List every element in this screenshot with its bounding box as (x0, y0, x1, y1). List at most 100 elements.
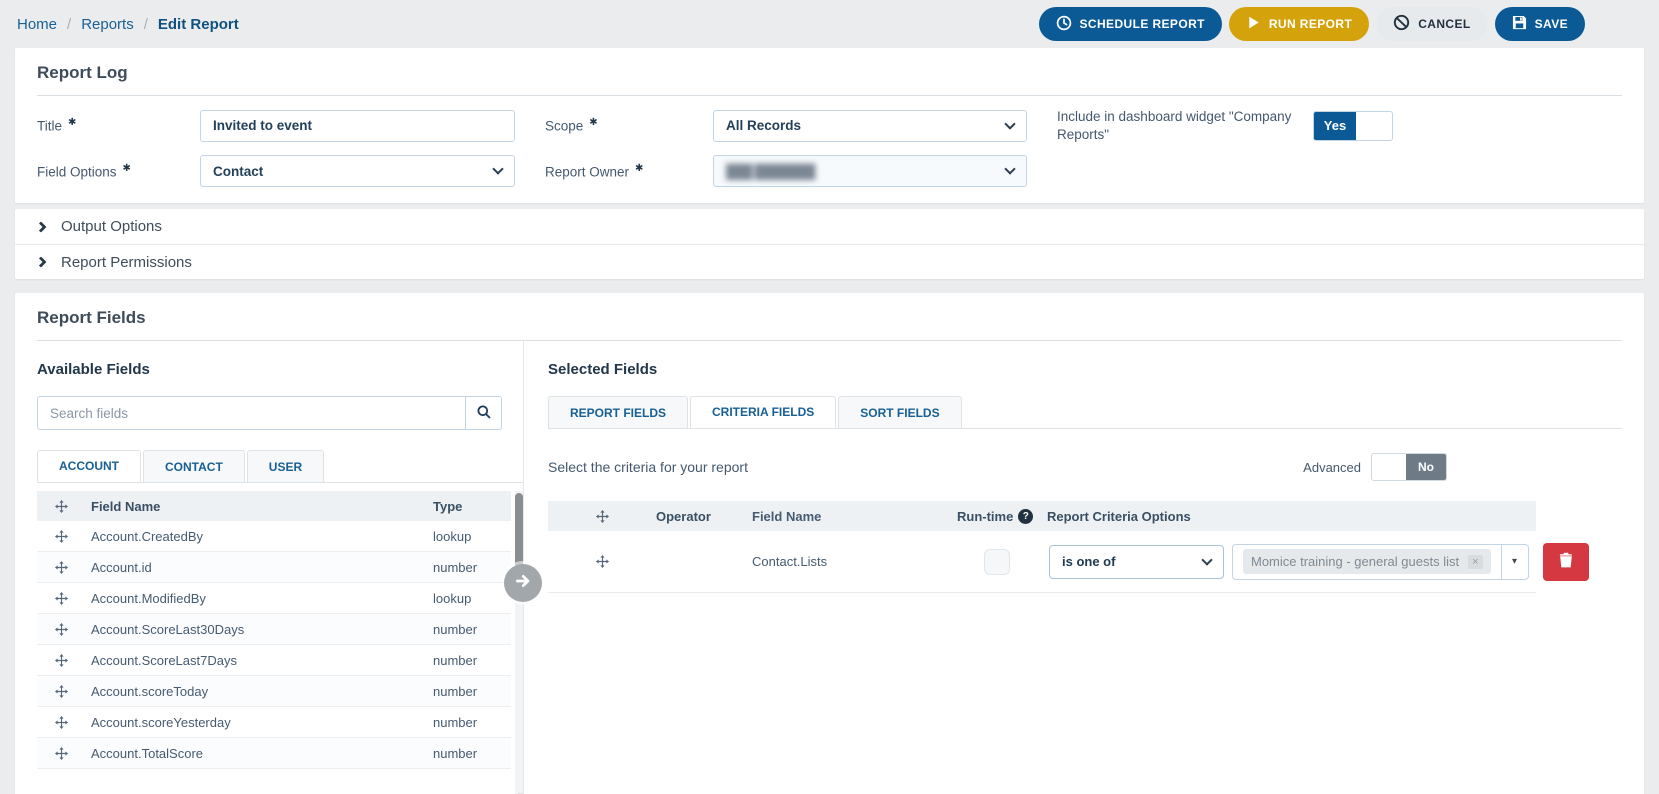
tab-report-fields[interactable]: REPORT FIELDS (548, 396, 689, 429)
table-row[interactable]: Account.CreatedBy lookup (37, 521, 511, 553)
selected-tag: Momice training - general guests list × (1243, 549, 1491, 575)
page: Home / Reports / Edit Report SCHEDULE RE… (0, 0, 1659, 794)
dashboard-widget-label: Include in dashboard widget "Company Rep… (1057, 109, 1292, 142)
criteria-table-header: Operator Field Name Run-time ? Report Cr… (548, 501, 1536, 532)
schedule-report-button[interactable]: SCHEDULE REPORT (1038, 7, 1222, 41)
move-icon[interactable] (37, 715, 85, 729)
tab-contact[interactable]: CONTACT (143, 450, 245, 483)
table-row[interactable]: Account.ScoreLast30Days number (37, 614, 511, 646)
operator-select-value: is one of (1062, 554, 1116, 570)
tag-label: Momice training - general guests list (1251, 554, 1460, 570)
move-icon[interactable] (37, 591, 85, 605)
breadcrumb-reports[interactable]: Reports (81, 16, 134, 33)
title-input[interactable] (200, 109, 515, 142)
transfer-arrow-button[interactable] (504, 564, 542, 603)
chevron-down-icon (1004, 117, 1016, 130)
schedule-report-label: SCHEDULE REPORT (1079, 17, 1205, 31)
cancel-label: CANCEL (1418, 17, 1471, 31)
scope-label: Scope ✱ (545, 117, 598, 134)
run-report-button[interactable]: RUN REPORT (1228, 7, 1370, 41)
table-row[interactable]: Account.id number (37, 552, 511, 584)
report-owner-select[interactable]: ███ ███████ (713, 155, 1027, 188)
table-row[interactable]: Account.TotalScore number (37, 738, 511, 770)
advanced-toggle[interactable]: No (1371, 453, 1447, 482)
tab-user[interactable]: USER (246, 450, 325, 483)
cancel-button[interactable]: CANCEL (1376, 7, 1488, 41)
selected-fields-heading: Selected Fields (548, 361, 658, 379)
required-asterisk: ✱ (68, 117, 77, 129)
move-icon (548, 509, 656, 523)
available-fields-header: Field Name Type (37, 491, 511, 522)
trash-icon (1559, 552, 1573, 571)
criteria-value-multiselect[interactable]: Momice training - general guests list × … (1232, 543, 1529, 580)
field-name: Account.TotalScore (91, 745, 204, 761)
breadcrumb-separator: / (67, 15, 72, 33)
runtime-checkbox[interactable] (984, 548, 1010, 575)
criteria-table: Operator Field Name Run-time ? Report Cr… (548, 501, 1589, 594)
report-log-form: Title✱ Scope✱ All Records Include in das… (37, 108, 1622, 188)
move-icon[interactable] (37, 560, 85, 574)
runtime-cell (957, 548, 1037, 575)
report-log-card: Report Log Title✱ Scope✱ All Records Inc… (15, 48, 1644, 204)
dashboard-widget-toggle[interactable]: Yes (1313, 110, 1393, 141)
search-input[interactable] (37, 396, 465, 431)
collapsed-sections-card: Output Options Report Permissions (15, 209, 1644, 280)
required-asterisk: ✱ (122, 162, 131, 174)
move-icon[interactable] (548, 555, 656, 569)
available-fields-table: Field Name Type Account.CreatedBy lookup… (37, 491, 525, 794)
search-button[interactable] (465, 396, 502, 431)
remove-tag-icon[interactable]: × (1468, 554, 1483, 569)
breadcrumb-home[interactable]: Home (17, 16, 57, 33)
move-icon (37, 499, 85, 513)
chevron-down-icon (492, 163, 504, 175)
field-type: lookup (433, 528, 472, 544)
criteria-row: Contact.Lists is one of Momice training … (548, 531, 1589, 594)
breadcrumb-separator: / (143, 15, 148, 33)
field-type: number (433, 559, 478, 575)
scope-select[interactable]: All Records (713, 109, 1027, 142)
move-icon[interactable] (37, 622, 85, 636)
report-fields-title: Report Fields (37, 293, 1622, 342)
tab-criteria-fields[interactable]: CRITERIA FIELDS (690, 396, 837, 429)
field-options-select[interactable]: Contact (200, 155, 515, 188)
chevron-down-icon (1201, 553, 1213, 566)
report-permissions-label: Report Permissions (61, 253, 192, 271)
move-icon[interactable] (37, 653, 85, 667)
field-name: Account.scoreYesterday (91, 714, 231, 730)
toggle-on-label: Yes (1314, 111, 1356, 140)
toolbar: SCHEDULE REPORT RUN REPORT CANCEL SAVE (1038, 7, 1585, 41)
operator-select[interactable]: is one of (1049, 544, 1224, 579)
move-icon[interactable] (37, 684, 85, 698)
save-icon (1512, 15, 1527, 33)
report-permissions-section[interactable]: Report Permissions (15, 244, 1644, 279)
required-asterisk: ✱ (589, 117, 598, 129)
help-icon[interactable]: ? (1018, 508, 1034, 524)
title-label: Title ✱ (37, 117, 77, 134)
toggle-off-label: No (1406, 454, 1446, 481)
selected-fields-panel: Selected Fields REPORT FIELDS CRITERIA F… (504, 341, 1622, 794)
list-scrollbar[interactable] (515, 491, 523, 794)
save-label: SAVE (1534, 17, 1568, 31)
available-fields-heading: Available Fields (37, 361, 150, 379)
available-fields-panel: Available Fields ACCOUNT CONTACT USER (37, 341, 525, 794)
table-row[interactable]: Account.scoreToday number (37, 676, 511, 708)
table-row[interactable]: Account.ModifiedBy lookup (37, 583, 511, 615)
output-options-label: Output Options (61, 218, 162, 236)
tab-account[interactable]: ACCOUNT (37, 450, 141, 483)
field-name: Account.ScoreLast7Days (91, 652, 237, 668)
tab-sort-fields[interactable]: SORT FIELDS (838, 396, 962, 429)
delete-criteria-button[interactable] (1542, 542, 1589, 581)
save-button[interactable]: SAVE (1494, 7, 1585, 41)
move-icon[interactable] (37, 746, 85, 760)
move-icon[interactable] (37, 529, 85, 543)
table-row[interactable]: Account.scoreYesterday number (37, 707, 511, 739)
table-row[interactable]: Account.ScoreLast7Days number (37, 645, 511, 677)
dropdown-caret-icon[interactable]: ▾ (1500, 544, 1528, 579)
field-options-label: Field Options ✱ (37, 162, 131, 180)
column-runtime: Run-time ? (957, 508, 1037, 524)
column-criteria-options: Report Criteria Options (1047, 508, 1191, 524)
output-options-section[interactable]: Output Options (15, 209, 1644, 244)
report-fields-card: Report Fields Available Fields ACCOUNT C… (15, 293, 1644, 794)
field-name: Account.CreatedBy (91, 528, 204, 544)
run-report-label: RUN REPORT (1268, 17, 1353, 31)
